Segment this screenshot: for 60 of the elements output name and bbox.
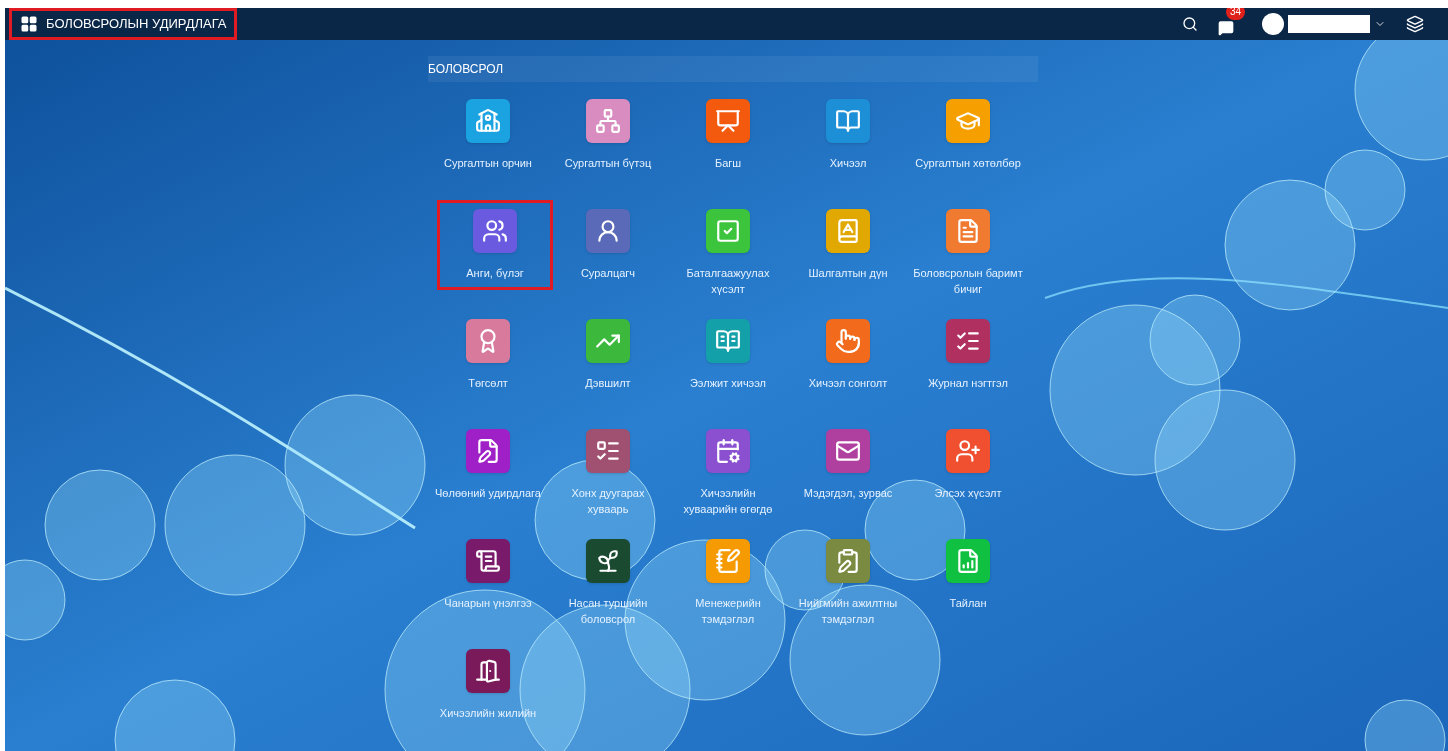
app-tile[interactable]: Чанарын үнэлгээ — [430, 530, 546, 640]
app-icon — [826, 319, 870, 363]
app-tile[interactable]: Ээлжит хичээл — [670, 310, 786, 420]
app-tile[interactable]: Сургалтын хөтөлбөр — [910, 90, 1026, 200]
app-tile[interactable]: Нийгмийн ажилтны тэмдэглэл — [790, 530, 906, 640]
app-icon — [706, 539, 750, 583]
app-icon — [826, 209, 870, 253]
app-icon — [466, 429, 510, 473]
app-icon — [586, 209, 630, 253]
app-tile[interactable]: Чөлөөний удирдлага — [430, 420, 546, 530]
app-title[interactable]: БОЛОВСРОЛЫН УДИРДЛАГА — [46, 14, 227, 34]
app-tile[interactable]: Багш — [670, 90, 786, 200]
app-icon — [466, 539, 510, 583]
app-icon — [946, 99, 990, 143]
app-icon — [946, 319, 990, 363]
app-tile[interactable]: Хичээлийн жилийн — [430, 640, 546, 750]
app-icon — [586, 429, 630, 473]
app-icon — [706, 209, 750, 253]
app-tile[interactable]: Анги, бүлэг — [437, 200, 553, 290]
app-icon — [586, 99, 630, 143]
app-tile[interactable]: Сургалтын бүтэц — [550, 90, 666, 200]
notification-badge: 34 — [1226, 8, 1246, 20]
app-tile[interactable]: Төгсөлт — [430, 310, 546, 420]
app-tile[interactable]: Сургалтын орчин — [430, 90, 546, 200]
section-title: БОЛОВСРОЛ — [428, 56, 1038, 82]
app-tile[interactable]: Дэвшилт — [550, 310, 666, 420]
app-icon — [946, 539, 990, 583]
avatar-icon[interactable] — [1262, 13, 1284, 35]
app-tile[interactable]: Баталгаажуулах хүсэлт — [670, 200, 786, 310]
app-icon — [586, 539, 630, 583]
app-tile[interactable]: Тайлан — [910, 530, 1026, 640]
app-tile[interactable]: Журнал нэгтгэл — [910, 310, 1026, 420]
stacked-windows-icon[interactable] — [1406, 15, 1424, 33]
app-icon — [946, 429, 990, 473]
app-icon — [706, 99, 750, 143]
apps-grid-icon[interactable] — [20, 15, 38, 33]
app-icon — [706, 319, 750, 363]
app-tile[interactable]: Хичээл сонголт — [790, 310, 906, 420]
app-icon — [706, 429, 750, 473]
app-tile[interactable]: Хичээл — [790, 90, 906, 200]
app-icon — [826, 539, 870, 583]
app-icon — [466, 649, 510, 693]
app-tile[interactable]: Боловсролын баримт бичиг — [910, 200, 1026, 310]
app-tile[interactable]: Менежерийн тэмдэглэл — [670, 530, 786, 640]
app-tile[interactable]: Мэдэгдэл, зурвас — [790, 420, 906, 530]
app-icon — [466, 319, 510, 363]
chat-icon[interactable] — [1218, 20, 1234, 36]
app-tile[interactable]: Хичээлийн хуваарийн өгөгдө — [670, 420, 786, 530]
app-icon — [473, 209, 517, 253]
app-tile[interactable]: Элсэх хүсэлт — [910, 420, 1026, 530]
app-tile[interactable]: Суралцагч — [550, 200, 666, 310]
app-icon — [826, 429, 870, 473]
app-icon — [826, 99, 870, 143]
app-icon — [946, 209, 990, 253]
app-icon — [586, 319, 630, 363]
app-icon — [466, 99, 510, 143]
app-tile[interactable]: Шалгалтын дүн — [790, 200, 906, 310]
app-tile[interactable]: Хонх дуугарах хуваарь — [550, 420, 666, 530]
app-tile[interactable]: Насан туршийн боловсрол — [550, 530, 666, 640]
search-icon[interactable] — [1182, 16, 1198, 32]
